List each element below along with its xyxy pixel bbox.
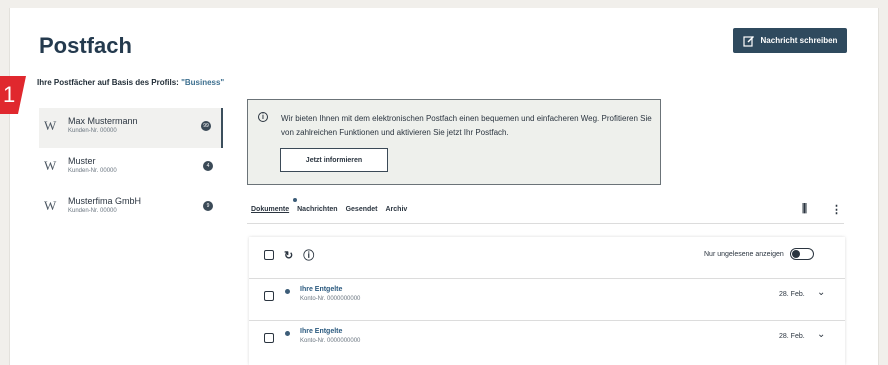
unread-dot-icon <box>285 289 290 294</box>
filter-icon[interactable]: ⫼ <box>802 203 807 216</box>
tab-archiv[interactable]: Archiv <box>386 206 408 213</box>
mailbox-tabs: Dokumente Nachrichten Gesendet Archiv <box>251 198 408 213</box>
message-row[interactable]: Ihre Entgelte Konto-Nr. 0000000000 28. F… <box>249 278 845 320</box>
info-banner: i Wir bieten Ihnen mit dem elektronische… <box>247 99 661 185</box>
account-list: W Max Mustermann Kunden-Nr. 00000 99 W M… <box>39 108 223 228</box>
learn-more-button[interactable]: Jetzt informieren <box>280 148 388 172</box>
info-icon: i <box>258 112 268 122</box>
new-indicator-dot <box>293 198 297 202</box>
info-icon[interactable]: ⓘ <box>303 247 314 263</box>
tabs-divider <box>247 223 844 224</box>
message-account-number: Konto-Nr. 0000000000 <box>300 296 361 302</box>
tab-dokumente[interactable]: Dokumente <box>251 198 297 213</box>
tab-nachrichten[interactable]: Nachrichten <box>297 206 337 213</box>
message-subject[interactable]: Ihre Entgelte <box>300 286 342 293</box>
account-number: Kunden-Nr. 00000 <box>68 128 117 134</box>
compose-message-button[interactable]: Nachricht schreiben <box>733 28 847 53</box>
select-all-checkbox[interactable] <box>264 250 274 260</box>
tab-label: Dokumente <box>251 206 290 213</box>
profile-value: "Business" <box>181 78 225 87</box>
account-item[interactable]: W Musterfima GmbH Kunden-Nr. 00000 9 <box>39 188 223 228</box>
chevron-down-icon[interactable]: ⌄ <box>817 329 825 340</box>
page-title: Postfach <box>39 33 132 58</box>
message-toolbar: ↻ ⓘ <box>264 247 314 263</box>
message-date: 28. Feb. <box>779 333 805 340</box>
annotation-number-1: 1 <box>3 82 16 107</box>
info-text: Wir bieten Ihnen mit dem elektronischen … <box>281 114 652 137</box>
message-checkbox[interactable] <box>264 333 274 343</box>
account-number: Kunden-Nr. 00000 <box>68 168 117 174</box>
refresh-icon[interactable]: ↻ <box>284 249 293 262</box>
profile-info: Ihre Postfächer auf Basis des Profils: "… <box>37 78 224 87</box>
unread-dot-icon <box>285 331 290 336</box>
unread-count-badge: 4 <box>203 161 213 171</box>
unread-filter: Nur ungelesene anzeigen <box>704 248 814 260</box>
message-account-number: Konto-Nr. 0000000000 <box>300 338 361 344</box>
more-vertical-icon[interactable]: ⋮ <box>831 203 842 216</box>
message-checkbox[interactable] <box>264 291 274 301</box>
unread-toggle-label: Nur ungelesene anzeigen <box>704 250 784 258</box>
profile-label: Ihre Postfächer auf Basis des Profils: <box>37 78 179 87</box>
account-number: Kunden-Nr. 00000 <box>68 208 117 214</box>
account-name: Muster <box>68 156 96 166</box>
message-row[interactable]: Ihre Entgelte Konto-Nr. 0000000000 28. F… <box>249 320 845 362</box>
compose-label: Nachricht schreiben <box>760 36 838 45</box>
account-item[interactable]: W Max Mustermann Kunden-Nr. 00000 99 <box>39 108 223 148</box>
unread-count-badge: 99 <box>201 121 211 131</box>
bank-logo-icon: W <box>44 198 57 213</box>
account-item[interactable]: W Muster Kunden-Nr. 00000 4 <box>39 148 223 188</box>
message-date: 28. Feb. <box>779 291 805 298</box>
account-name: Max Mustermann <box>68 116 138 126</box>
toggle-knob <box>791 250 800 258</box>
account-name: Musterfima GmbH <box>68 196 142 206</box>
unread-count-badge: 9 <box>203 201 213 211</box>
bank-logo-icon: W <box>44 158 57 173</box>
unread-toggle[interactable] <box>789 248 814 260</box>
compose-icon <box>742 35 754 47</box>
message-subject[interactable]: Ihre Entgelte <box>300 328 342 335</box>
chevron-down-icon[interactable]: ⌄ <box>817 287 825 298</box>
bank-logo-icon: W <box>44 118 57 133</box>
tab-gesendet[interactable]: Gesendet <box>346 206 378 213</box>
